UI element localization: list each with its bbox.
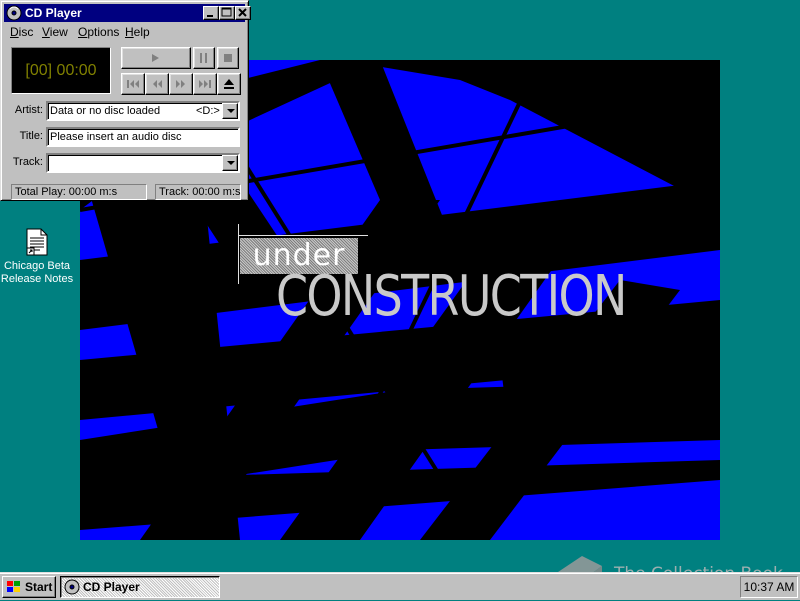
desktop-icon-label-line1: Chicago Beta <box>3 260 71 272</box>
pause-icon <box>200 53 207 63</box>
time-display: [00] 00:00 <box>11 47 111 94</box>
windows-logo-icon <box>6 580 22 600</box>
artist-value: Data or no disc loaded <box>50 105 161 117</box>
track-label: Track: <box>12 156 43 168</box>
artist-dropdown-button[interactable] <box>222 103 238 119</box>
track-dropdown-button[interactable] <box>222 155 238 171</box>
skip-forward-icon <box>176 80 185 88</box>
menu-help[interactable]: Help <box>125 25 150 39</box>
taskbar: Start CD Player 10:37 AM <box>0 572 800 600</box>
track-dropdown[interactable] <box>46 153 240 173</box>
system-tray-clock[interactable]: 10:37 AM <box>740 576 798 598</box>
menu-view-accel: V <box>42 25 50 39</box>
menu-help-accel: H <box>125 25 134 39</box>
maximize-icon <box>221 7 232 17</box>
menu-bar: Disc View Options Help <box>4 23 245 41</box>
menu-view[interactable]: View <box>42 25 68 39</box>
title-field[interactable]: Please insert an audio disc <box>46 127 240 147</box>
start-button[interactable]: Start <box>2 576 56 598</box>
artist-label: Artist: <box>14 104 43 116</box>
menu-disc-label: isc <box>18 25 34 39</box>
crosshair-horizontal <box>238 235 368 236</box>
menu-options-accel: O <box>78 25 88 39</box>
title-label: Title: <box>19 130 43 142</box>
taskbar-button-label: CD Player <box>83 580 140 594</box>
cd-player-window[interactable]: CD Player Disc View Options Help [00] 00… <box>0 0 251 201</box>
stop-button[interactable] <box>217 47 239 69</box>
play-icon <box>152 54 159 62</box>
close-icon <box>238 8 247 17</box>
previous-track-button[interactable] <box>121 73 145 95</box>
menu-disc[interactable]: Disc <box>10 25 33 39</box>
status-track: Track: 00:00 m:s <box>155 184 241 200</box>
cd-player-app-icon <box>64 579 80 601</box>
crosshair-vertical <box>238 224 239 284</box>
wallpaper-construction-text: CONSTRUCTION <box>276 264 627 329</box>
menu-options[interactable]: Options <box>78 25 119 39</box>
skip-backward-button[interactable] <box>145 73 169 95</box>
cd-player-app-icon[interactable] <box>6 5 22 21</box>
menu-view-label: iew <box>49 25 68 39</box>
eject-icon <box>224 79 234 89</box>
play-button[interactable] <box>121 47 191 69</box>
close-button[interactable] <box>235 6 251 20</box>
desktop-icon-label-line2: Release Notes <box>0 273 74 285</box>
eject-button[interactable] <box>217 73 241 95</box>
start-label: Start <box>25 580 53 594</box>
skip-backward-icon <box>153 80 162 88</box>
maximize-button[interactable] <box>219 6 235 20</box>
next-track-button[interactable] <box>193 73 217 95</box>
desktop-icon-chicago-beta-release-notes[interactable]: Chicago Beta Release Notes <box>0 226 74 286</box>
stop-icon <box>224 54 232 62</box>
minimize-icon <box>207 15 213 17</box>
artist-dropdown[interactable]: Data or no disc loaded <D:> <box>46 101 240 121</box>
skip-forward-button[interactable] <box>169 73 193 95</box>
title-bar[interactable]: CD Player <box>4 4 251 22</box>
menu-disc-accel: D <box>10 25 19 39</box>
drive-letter: <D:> <box>196 105 220 117</box>
minimize-button[interactable] <box>203 6 219 20</box>
document-icon <box>26 228 48 256</box>
taskbar-button-cd-player[interactable]: CD Player <box>60 576 220 598</box>
pause-button[interactable] <box>193 47 215 69</box>
status-total-play: Total Play: 00:00 m:s <box>11 184 147 200</box>
previous-track-icon <box>127 80 139 88</box>
window-title: CD Player <box>25 6 82 20</box>
next-track-icon <box>199 80 211 88</box>
menu-options-label: ptions <box>87 25 120 39</box>
menu-help-label: elp <box>133 25 150 39</box>
